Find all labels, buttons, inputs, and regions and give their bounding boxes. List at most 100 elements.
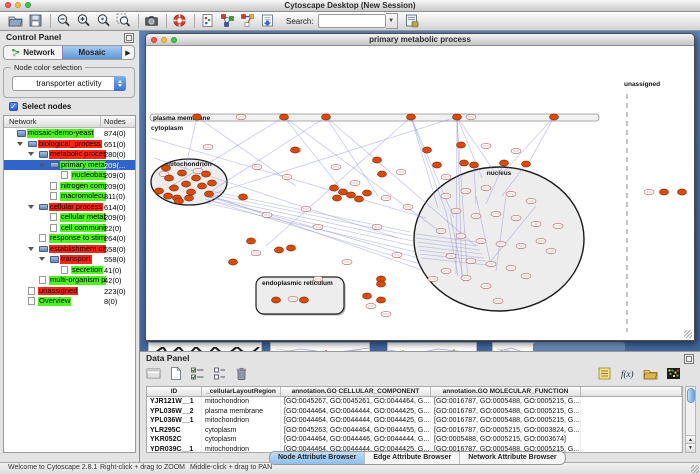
gene-node[interactable] bbox=[272, 297, 281, 303]
network-edge[interactable] bbox=[284, 117, 438, 230]
gene-node[interactable] bbox=[330, 185, 339, 191]
new-attribute-icon[interactable] bbox=[168, 366, 184, 382]
unselect-attributes-icon[interactable] bbox=[212, 366, 228, 382]
tree-row-nitrogen-compo[interactable]: nitrogen compo209(0) bbox=[4, 181, 135, 192]
search-input[interactable] bbox=[318, 14, 386, 28]
table-scrollbar[interactable]: ▲ ▼ bbox=[685, 386, 696, 453]
gene-node[interactable] bbox=[363, 293, 372, 299]
gene-node[interactable] bbox=[165, 175, 174, 181]
select-attributes-icon[interactable] bbox=[190, 366, 206, 382]
gene-node[interactable] bbox=[175, 198, 184, 204]
gene-node[interactable] bbox=[192, 175, 201, 181]
gene-node[interactable] bbox=[229, 259, 238, 265]
gene-node[interactable] bbox=[198, 183, 207, 189]
network-edge[interactable] bbox=[210, 194, 412, 236]
tab-edge-attribute-browser[interactable]: Edge Attribute Browser bbox=[364, 452, 459, 464]
table-column-header[interactable] bbox=[581, 387, 682, 397]
table-column-header[interactable]: annotation.GO MOLECULAR_FUNCTION bbox=[431, 387, 581, 397]
node-color-dropdown[interactable]: transporter activity bbox=[12, 76, 126, 91]
gene-node[interactable] bbox=[500, 160, 509, 166]
gene-node[interactable] bbox=[287, 245, 296, 251]
nucleus-region[interactable] bbox=[414, 167, 584, 311]
gene-node[interactable] bbox=[193, 114, 202, 120]
gene-node[interactable] bbox=[239, 194, 248, 200]
gene-node[interactable] bbox=[373, 157, 382, 163]
gene-node[interactable] bbox=[202, 171, 211, 177]
gene-node[interactable] bbox=[187, 189, 196, 195]
network-edge[interactable] bbox=[528, 117, 554, 164]
gene-node[interactable] bbox=[333, 195, 342, 201]
vizmapper-nodes-icon[interactable] bbox=[220, 13, 236, 29]
gene-node[interactable] bbox=[550, 114, 559, 120]
network-edge[interactable] bbox=[207, 203, 416, 252]
scrollbar-thumb[interactable] bbox=[687, 388, 695, 403]
gene-node[interactable] bbox=[164, 193, 173, 199]
annotation-icon[interactable] bbox=[260, 13, 276, 29]
matrix-view-icon[interactable] bbox=[666, 366, 682, 382]
attribute-list-icon[interactable] bbox=[597, 366, 613, 382]
vizmapper-edges-icon[interactable] bbox=[240, 13, 256, 29]
gene-node[interactable] bbox=[423, 147, 432, 153]
float-data-panel-icon[interactable] bbox=[684, 354, 694, 364]
tree-row-transport[interactable]: transport558(0) bbox=[4, 254, 135, 265]
tab-mosaic[interactable]: Mosaic bbox=[62, 46, 122, 59]
attribute-editor-icon[interactable] bbox=[200, 13, 216, 29]
gene-node[interactable] bbox=[182, 181, 191, 187]
tree-row-response-to-stimulu[interactable]: response to stimulu264(0) bbox=[4, 233, 135, 244]
gene-node[interactable] bbox=[453, 114, 462, 120]
network-canvas[interactable]: plasma membranecytoplasmmitochondrionnuc… bbox=[146, 46, 694, 340]
table-row[interactable]: YPL036W__2plasma membrane[GO:0044464, GO… bbox=[147, 407, 682, 417]
select-nodes-checkbox[interactable]: ✓ bbox=[9, 102, 18, 111]
tree-row-establishment-of-lo[interactable]: establishment of lo558(0) bbox=[4, 244, 135, 255]
gene-node[interactable] bbox=[377, 281, 386, 287]
network-edge[interactable] bbox=[210, 117, 326, 192]
tree-row-secretion[interactable]: secretion41(0) bbox=[4, 265, 135, 276]
zoom-out-icon[interactable] bbox=[56, 13, 72, 29]
gene-node[interactable] bbox=[275, 247, 284, 253]
tree-expander-icon[interactable] bbox=[28, 152, 34, 156]
tree-row-multi-organism-pro[interactable]: multi-organism pro42(0) bbox=[4, 275, 135, 286]
gene-node[interactable] bbox=[247, 238, 256, 244]
open-file-icon[interactable] bbox=[8, 13, 24, 29]
network-edge[interactable] bbox=[212, 117, 457, 194]
tree-row-primary-metabolic-process[interactable]: primary metabolic process209(... bbox=[4, 160, 135, 171]
import-attributes-icon[interactable] bbox=[643, 366, 659, 382]
tree-column-network[interactable]: Network bbox=[9, 117, 37, 126]
delete-attribute-icon[interactable] bbox=[234, 366, 250, 382]
help-lifering-icon[interactable] bbox=[172, 13, 188, 29]
zoom-in-icon[interactable] bbox=[76, 13, 92, 29]
tab-network-attribute-browser[interactable]: Network Attribute Browser bbox=[459, 452, 564, 464]
network-edge[interactable] bbox=[208, 200, 414, 246]
gene-node[interactable] bbox=[363, 190, 372, 196]
table-column-header[interactable]: annotation.GO CELLULAR_COMPONENT bbox=[281, 387, 431, 397]
table-row[interactable]: YPL036W__1mitochondrion[GO:0044464, GO:0… bbox=[147, 416, 682, 426]
table-row[interactable]: YKR052Ccytoplasm[GO:0044464, GO:0044446,… bbox=[147, 435, 682, 445]
gene-node[interactable] bbox=[522, 161, 531, 167]
tab-node-attribute-browser[interactable]: Node Attribute Browser bbox=[270, 452, 364, 464]
gene-node[interactable] bbox=[355, 196, 364, 202]
tree-expander-icon[interactable] bbox=[17, 142, 23, 146]
gene-node[interactable] bbox=[300, 297, 309, 303]
gene-node[interactable] bbox=[433, 162, 442, 168]
gene-node[interactable] bbox=[378, 171, 387, 177]
tree-row-mosaic-demo-yeast[interactable]: mosaic-demo-yeast874(0) bbox=[4, 128, 135, 139]
table-column-header[interactable]: ID bbox=[147, 387, 202, 397]
gene-node[interactable] bbox=[660, 189, 669, 195]
attr-table-icon[interactable] bbox=[146, 366, 162, 382]
tree-column-nodes[interactable]: Nodes bbox=[104, 117, 126, 126]
float-panel-icon[interactable] bbox=[124, 33, 134, 43]
gene-node[interactable] bbox=[185, 195, 194, 201]
gene-node[interactable] bbox=[470, 162, 479, 168]
gene-node[interactable] bbox=[457, 142, 466, 148]
tree-row-cell-communicat[interactable]: cell communicat22(0) bbox=[4, 223, 135, 234]
gene-node[interactable] bbox=[170, 185, 179, 191]
function-builder-icon[interactable]: f(x) bbox=[620, 366, 636, 382]
tree-row-biological-process[interactable]: biological_process651(0) bbox=[4, 139, 135, 150]
tree-row-unassigned[interactable]: unassigned223(0) bbox=[4, 286, 135, 297]
gene-node[interactable] bbox=[347, 192, 356, 198]
save-icon[interactable] bbox=[28, 13, 44, 29]
tree-row-cellular-process[interactable]: cellular process614(0) bbox=[4, 202, 135, 213]
tab-overflow-arrow[interactable]: ▶ bbox=[122, 46, 134, 59]
scroll-down-button[interactable]: ▼ bbox=[686, 443, 695, 452]
gene-node[interactable] bbox=[155, 188, 164, 194]
